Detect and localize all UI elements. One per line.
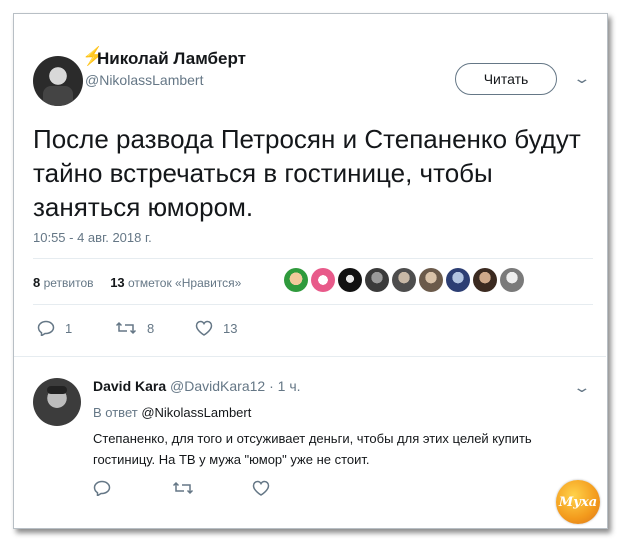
author-handle[interactable]: @NikolassLambert <box>85 72 203 88</box>
liker-avatar[interactable] <box>311 268 335 292</box>
retweet-action[interactable]: 8 <box>115 320 154 336</box>
liker-avatar[interactable] <box>500 268 524 292</box>
like-icon <box>195 320 213 336</box>
retweets-count[interactable]: 8 <box>33 275 40 290</box>
divider <box>14 356 606 357</box>
like-icon <box>252 480 270 496</box>
reply-retweet-action[interactable] <box>172 480 194 496</box>
like-action[interactable]: 13 <box>195 320 237 336</box>
chevron-down-icon[interactable]: ⌄ <box>572 379 591 396</box>
in-reply-prefix: В ответ <box>93 405 138 420</box>
liker-avatar[interactable] <box>446 268 470 292</box>
chevron-down-icon[interactable]: ⌄ <box>572 70 591 87</box>
reply-header: David Kara @DavidKara12 · 1 ч. <box>93 378 301 394</box>
reply-reply-action[interactable] <box>93 480 111 496</box>
liker-avatar[interactable] <box>284 268 308 292</box>
in-reply-handle[interactable]: @NikolassLambert <box>141 405 251 420</box>
liker-avatar[interactable] <box>392 268 416 292</box>
liker-avatar[interactable] <box>473 268 497 292</box>
watermark-logo: Муха <box>556 480 600 524</box>
reply-like-action[interactable] <box>252 480 270 496</box>
reply-icon <box>37 320 55 336</box>
retweet-count: 8 <box>147 320 155 336</box>
tweet-timestamp[interactable]: 10:55 - 4 авг. 2018 г. <box>33 230 152 245</box>
reply-count: 1 <box>65 320 73 336</box>
likes-label[interactable]: отметок «Нравится» <box>128 276 241 290</box>
like-count: 13 <box>223 320 238 336</box>
liker-avatar[interactable] <box>338 268 362 292</box>
liker-avatars <box>284 268 524 292</box>
author-name[interactable]: Николай Ламберт <box>97 49 246 69</box>
reply-text: Степаненко, для того и отсуживает деньги… <box>93 431 532 467</box>
retweet-icon <box>115 321 137 335</box>
divider <box>33 304 593 305</box>
divider <box>33 258 593 259</box>
reply-author-handle[interactable]: @DavidKara12 <box>170 378 265 394</box>
engagement-stats: 8 ретвитов 13 отметок «Нравится» <box>33 275 241 290</box>
author-avatar[interactable] <box>33 56 83 106</box>
retweet-icon <box>172 481 194 495</box>
reply-time[interactable]: · 1 ч. <box>269 378 300 394</box>
retweets-label[interactable]: ретвитов <box>44 276 94 290</box>
liker-avatar[interactable] <box>365 268 389 292</box>
liker-avatar[interactable] <box>419 268 443 292</box>
reply-action[interactable]: 1 <box>37 320 72 336</box>
likes-count[interactable]: 13 <box>110 275 124 290</box>
reply-author-name[interactable]: David Kara <box>93 378 166 394</box>
in-reply-to: В ответ @NikolassLambert <box>93 405 251 420</box>
reply-icon <box>93 480 111 496</box>
reply-author-avatar[interactable] <box>33 378 81 426</box>
follow-button[interactable]: Читать <box>455 63 557 95</box>
tweet-text: После развода Петросян и Степаненко буду… <box>33 124 581 222</box>
